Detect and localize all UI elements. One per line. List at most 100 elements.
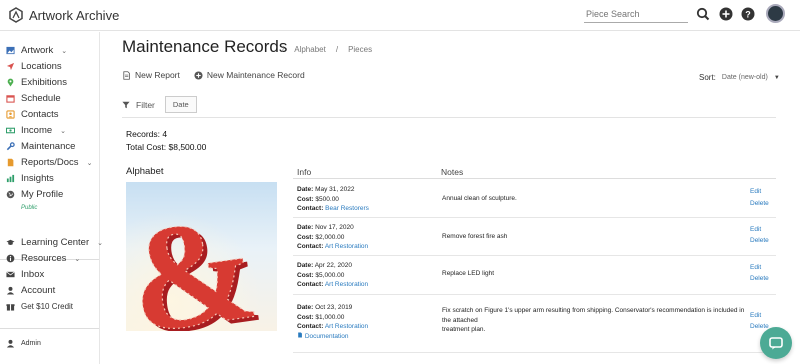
sidebar-item-label: Resources <box>21 253 67 264</box>
info-icon <box>6 254 15 263</box>
sidebar-item-label: Schedule <box>21 93 61 104</box>
sidebar-item-learning-center[interactable]: Learning Center ⌄ <box>6 237 103 248</box>
user-icon <box>6 286 15 295</box>
user-icon <box>6 339 15 348</box>
action-bar: New Report New Maintenance Record <box>122 70 305 80</box>
wrench-icon <box>6 142 15 151</box>
sidebar-item-label: Learning Center <box>21 237 90 248</box>
sidebar-item-contacts[interactable]: Contacts <box>6 109 59 120</box>
edit-link[interactable]: Edit <box>750 312 761 319</box>
column-header-info: Info <box>297 167 312 177</box>
record-notes: Replace LED light <box>442 270 495 277</box>
top-bar: Artwork Archive ? <box>0 0 800 31</box>
breadcrumb-alphabet[interactable]: Alphabet <box>294 45 326 54</box>
globe-icon <box>6 190 15 199</box>
money-icon <box>6 127 15 134</box>
record-notes: Fix scratch on Figure 1's upper arm resu… <box>442 307 745 333</box>
sidebar-item-inbox[interactable]: Inbox <box>6 269 44 280</box>
record-date: Apr 22, 2020 <box>314 262 352 269</box>
record-contact-link[interactable]: Art Restoration <box>325 323 368 330</box>
sidebar-item-artwork[interactable]: Artwork ⌄ <box>6 45 67 56</box>
sidebar-item-account[interactable]: Account <box>6 285 55 296</box>
sidebar-item-admin[interactable]: Admin <box>6 339 41 348</box>
chevron-down-icon: ⌄ <box>86 159 93 167</box>
profile-public-label: Public <box>21 205 38 211</box>
sidebar-item-schedule[interactable]: Schedule <box>6 93 61 104</box>
sort-select[interactable]: Date (new-old) <box>722 74 768 81</box>
document-icon <box>123 70 130 80</box>
sidebar: Artwork ⌄ Locations Exhibitions Schedule… <box>0 32 103 364</box>
records-summary: Records: 4 Total Cost: $8,500.00 <box>126 128 206 154</box>
sidebar-item-label: Insights <box>21 173 54 184</box>
documentation-label: Documentation <box>304 332 349 340</box>
delete-link[interactable]: Delete <box>750 200 769 207</box>
calendar-icon <box>6 95 15 103</box>
chevron-down-icon: ⌄ <box>60 127 67 135</box>
sidebar-item-reports[interactable]: Reports/Docs ⌄ <box>6 157 92 168</box>
edit-link[interactable]: Edit <box>750 226 761 233</box>
sidebar-item-maintenance[interactable]: Maintenance <box>6 141 75 152</box>
user-avatar[interactable] <box>766 4 785 23</box>
help-icon[interactable]: ? <box>741 7 755 21</box>
chevron-down-icon: ⌄ <box>61 47 68 55</box>
table-row: Date: Oct 23, 2019 Cost: $1,000.00 Conta… <box>293 295 776 353</box>
record-contact-link[interactable]: Art Restoration <box>325 243 368 250</box>
sidebar-item-label: Inbox <box>21 269 45 280</box>
delete-link[interactable]: Delete <box>750 275 769 282</box>
sidebar-item-locations[interactable]: Locations <box>6 61 62 72</box>
date-filter-button[interactable]: Date <box>164 96 197 113</box>
new-report-label: New Report <box>135 70 180 80</box>
sidebar-item-my-profile[interactable]: My Profile <box>6 189 63 200</box>
breadcrumb: / Alphabet / Pieces <box>282 45 373 54</box>
search-icon[interactable] <box>696 7 710 21</box>
record-info: Date: Apr 22, 2020 Cost: $5,000.00 Conta… <box>297 262 369 288</box>
app-name: Artwork Archive <box>29 7 120 23</box>
page-title: Maintenance Records <box>122 37 288 56</box>
piece-search-input[interactable] <box>584 6 688 23</box>
breadcrumb-pieces[interactable]: Pieces <box>348 45 372 54</box>
filter-bar: Filter Date <box>122 96 197 113</box>
sidebar-item-label: Get $10 Credit <box>21 302 74 311</box>
edit-link[interactable]: Edit <box>750 264 761 271</box>
graduation-cap-icon <box>6 239 15 245</box>
svg-text:&: & <box>126 184 266 331</box>
column-header-notes: Notes <box>441 167 464 177</box>
new-maintenance-record-label: New Maintenance Record <box>206 70 305 80</box>
record-contact-link[interactable]: Bear Restorers <box>325 205 369 212</box>
record-info: Date: May 31, 2022 Cost: $500.00 Contact… <box>297 186 369 212</box>
chevron-down-icon: ⌄ <box>97 239 104 247</box>
envelope-icon <box>6 271 15 278</box>
new-maintenance-record-button[interactable]: New Maintenance Record <box>194 70 305 80</box>
chat-icon <box>769 337 783 350</box>
record-info: Date: Oct 23, 2019 Cost: $1,000.00 Conta… <box>297 304 369 342</box>
documentation-link[interactable]: Documentation <box>297 331 368 342</box>
records-count: Records: 4 <box>126 129 168 139</box>
sidebar-item-insights[interactable]: Insights <box>6 173 54 184</box>
record-cost: $500.00 <box>315 195 339 203</box>
app-logo[interactable]: Artwork Archive <box>9 7 119 23</box>
new-report-button[interactable]: New Report <box>122 70 180 80</box>
logo-icon <box>9 7 23 23</box>
add-icon[interactable] <box>719 7 733 21</box>
divider <box>122 117 776 118</box>
sort-control[interactable]: Sort: Date (new-old) ▼ <box>699 73 780 82</box>
gift-icon <box>6 304 15 311</box>
sidebar-item-resources[interactable]: Resources ⌄ <box>6 253 80 264</box>
record-info: Date: Nov 17, 2020 Cost: $2,000.00 Conta… <box>297 224 369 250</box>
location-arrow-icon <box>6 62 15 71</box>
sidebar-item-label: Account <box>21 285 56 296</box>
chat-button[interactable] <box>760 327 792 359</box>
sidebar-item-label: Maintenance <box>21 141 76 152</box>
record-cost: $2,000.00 <box>315 233 345 241</box>
sidebar-item-income[interactable]: Income ⌄ <box>6 125 66 136</box>
add-icon <box>194 70 203 80</box>
table-row: Date: Apr 22, 2020 Cost: $5,000.00 Conta… <box>293 256 776 295</box>
record-date: Nov 17, 2020 <box>315 224 354 231</box>
artwork-image[interactable]: & & & <box>126 182 277 331</box>
sidebar-item-exhibitions[interactable]: Exhibitions <box>6 77 67 88</box>
delete-link[interactable]: Delete <box>750 237 769 244</box>
edit-link[interactable]: Edit <box>750 188 761 195</box>
sidebar-item-get-credit[interactable]: Get $10 Credit <box>6 302 73 311</box>
record-contact-link[interactable]: Art Restoration <box>325 281 368 288</box>
sidebar-item-label: Income <box>21 125 53 136</box>
